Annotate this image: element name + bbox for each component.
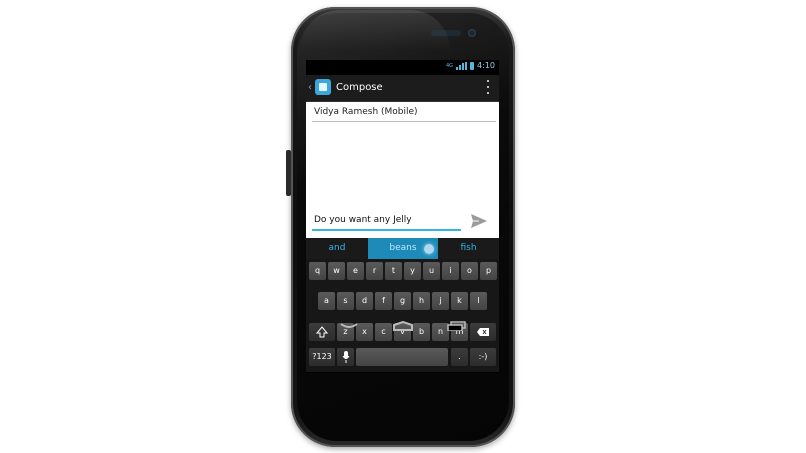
overflow-menu-icon[interactable] (487, 80, 489, 94)
compose-area: Vidya Ramesh (Mobile) Do you want any Je… (306, 102, 499, 238)
key-q[interactable]: q (309, 262, 326, 280)
backspace-icon (477, 328, 489, 336)
key-o[interactable]: o (461, 262, 478, 280)
status-time: 4:10 (477, 61, 495, 70)
earpiece (431, 30, 461, 36)
key-a[interactable]: a (318, 292, 335, 310)
key-f[interactable]: f (375, 292, 392, 310)
suggestion-item[interactable]: and (306, 238, 368, 259)
key-k[interactable]: k (451, 292, 468, 310)
key-d[interactable]: d (356, 292, 373, 310)
key-t[interactable]: t (385, 262, 402, 280)
key-c[interactable]: c (375, 323, 392, 341)
battery-icon (470, 61, 475, 70)
key-r[interactable]: r (366, 262, 383, 280)
key-u[interactable]: u (423, 262, 440, 280)
period-key[interactable]: . (451, 348, 468, 366)
delete-key[interactable] (470, 323, 496, 341)
action-bar: ‹ Compose (306, 75, 499, 102)
message-input[interactable]: Do you want any Jelly (312, 215, 461, 231)
home-icon[interactable] (392, 321, 414, 331)
up-navigation-icon[interactable]: ‹ (308, 82, 312, 93)
front-camera (468, 29, 476, 37)
key-l[interactable]: l (470, 292, 487, 310)
key-h[interactable]: h (413, 292, 430, 310)
emoji-key[interactable]: :-) (470, 348, 496, 366)
network-type: 4G (445, 62, 454, 69)
message-app-icon[interactable] (315, 79, 331, 95)
key-s[interactable]: s (337, 292, 354, 310)
suggestion-item[interactable]: fish (438, 238, 499, 259)
key-i[interactable]: i (442, 262, 459, 280)
key-j[interactable]: j (432, 292, 449, 310)
volume-button (286, 150, 291, 196)
send-icon[interactable] (469, 213, 489, 229)
key-b[interactable]: b (413, 323, 430, 341)
recent-apps-icon[interactable] (447, 321, 467, 331)
back-icon[interactable] (339, 321, 359, 331)
shift-icon (315, 326, 329, 338)
key-w[interactable]: w (328, 262, 345, 280)
touch-indicator (424, 244, 434, 254)
status-bar: 4G 4:10 (306, 60, 499, 75)
key-g[interactable]: g (394, 292, 411, 310)
symbols-key[interactable]: ?123 (309, 348, 335, 366)
microphone-icon (342, 351, 349, 363)
suggestion-strip: and beans fish (306, 238, 499, 259)
signal-icon (456, 61, 468, 70)
shift-key[interactable] (309, 323, 335, 341)
page-title: Compose (336, 82, 383, 93)
key-p[interactable]: p (480, 262, 497, 280)
key-y[interactable]: y (404, 262, 421, 280)
space-key[interactable] (356, 348, 448, 366)
mic-key[interactable] (337, 348, 354, 366)
recipient-field[interactable]: Vidya Ramesh (Mobile) (312, 107, 496, 122)
keyboard: qwertyuiop asdfghjkl zxcvbnm ?123 . :-) (306, 259, 499, 372)
key-e[interactable]: e (347, 262, 364, 280)
